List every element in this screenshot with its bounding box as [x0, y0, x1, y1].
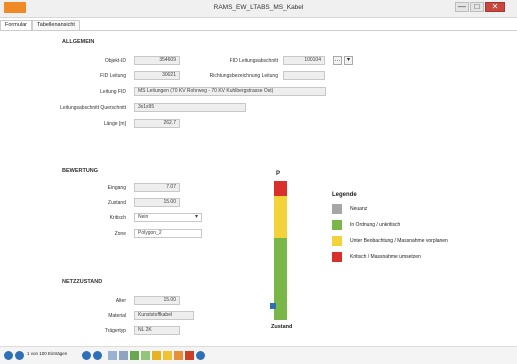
pencil-icon[interactable]	[163, 351, 172, 360]
minimize-button[interactable]: —	[455, 2, 469, 12]
dropdown-button[interactable]: ▾	[344, 56, 353, 65]
delete-record-icon[interactable]	[119, 351, 128, 360]
kritisch-label: Kritisch	[109, 215, 126, 221]
section-netzzustand-heading: NETZZUSTAND	[62, 279, 103, 285]
legend-swatch-red	[332, 252, 342, 262]
tab-tabellenansicht[interactable]: Tabellenansicht	[32, 20, 80, 30]
gauge-bottom-label: Zustand	[271, 324, 293, 330]
legend-label: Unter Beobachtung / Massnahme vorplanen	[350, 238, 448, 244]
section-bewertung-heading: BEWERTUNG	[62, 168, 99, 174]
previous-record-icon[interactable]	[15, 351, 24, 360]
richtungsbezeichnung-field[interactable]	[283, 71, 325, 80]
record-counter: 1 von 100 Einträgen	[27, 351, 68, 356]
cancel-icon[interactable]	[185, 351, 194, 360]
legend-swatch-gray	[332, 204, 342, 214]
gauge-marker	[270, 303, 276, 310]
save-icon[interactable]	[130, 351, 139, 360]
zustand-label: Zustand	[107, 200, 126, 206]
traegertyp-field[interactable]: NL 2K	[134, 326, 180, 335]
querschnitt-label: Leitungsabschnitt Querschnitt	[60, 105, 126, 111]
traegertyp-label: Trägertyp	[104, 328, 126, 334]
tab-divider	[0, 30, 517, 31]
alter-field[interactable]: 15.00	[134, 296, 180, 305]
legend-title: Legende	[332, 192, 357, 198]
objekt-id-label: Objekt-ID	[104, 58, 126, 64]
legend-label: Kritisch / Massnahme umsetzen	[350, 254, 421, 260]
gauge-red-segment	[274, 181, 287, 196]
close-button[interactable]: ✕	[485, 2, 505, 12]
tab-formular[interactable]: Formular	[0, 20, 33, 30]
gauge-yellow-segment	[274, 196, 287, 238]
eingang-field[interactable]: 7.07	[134, 183, 180, 192]
tab-strip: Formular Tabellenansicht	[0, 20, 80, 30]
section-allgemein-heading: ALLGEMEIN	[62, 39, 95, 45]
last-record-icon[interactable]	[93, 351, 102, 360]
alter-label: Alter	[115, 298, 126, 304]
next-record-icon[interactable]	[82, 351, 91, 360]
material-label: Material	[108, 313, 126, 319]
zone-label: Zone	[114, 231, 126, 237]
window-controls: — □ ✕	[454, 2, 505, 12]
legend-label: In Ordnung / unkritisch	[350, 222, 401, 228]
eingang-label: Eingang	[107, 185, 126, 191]
kritisch-value: Nein	[138, 214, 149, 220]
help-icon[interactable]	[196, 351, 205, 360]
legend-swatch-yellow	[332, 236, 342, 246]
chevron-down-icon: ▾	[194, 214, 198, 220]
querschnitt-field[interactable]: 3x1x95	[134, 103, 246, 112]
maximize-button[interactable]: □	[470, 2, 484, 12]
window-title: RAMS_EW_LTABS_MS_Kabel	[213, 4, 304, 11]
leitung-fid-label: Leitung FID	[100, 89, 126, 95]
leitung-fid-field[interactable]: MS Leitungen (70 KV Rohrweg - 70 KV Kuhl…	[134, 87, 326, 96]
table-icon[interactable]	[141, 351, 150, 360]
zone-field[interactable]: Polygon_2	[134, 229, 202, 238]
first-record-icon[interactable]	[4, 351, 13, 360]
status-bar: 1 von 100 Einträgen	[0, 346, 517, 364]
kritisch-select[interactable]: Nein ▾	[134, 213, 202, 222]
objekt-id-field[interactable]: 354609	[134, 56, 180, 65]
fid-leitungsabschnitt-field[interactable]: 100104	[283, 56, 325, 65]
new-record-icon[interactable]	[108, 351, 117, 360]
material-field[interactable]: Kunststoffkabel	[134, 311, 194, 320]
gauge-top-label: P	[276, 171, 281, 177]
folder-icon[interactable]	[152, 351, 161, 360]
laenge-label: Länge [m]	[103, 121, 126, 127]
legend-label: Neuanz	[350, 206, 368, 212]
lookup-button[interactable]: …	[333, 56, 342, 65]
legend-swatch-green	[332, 220, 342, 230]
fid-leitung-label: FID Leitung	[100, 73, 126, 79]
title-bar: RAMS_EW_LTABS_MS_Kabel — □ ✕	[0, 0, 517, 18]
laenge-field[interactable]: 262.7	[134, 119, 180, 128]
zustand-field[interactable]: 15.00	[134, 198, 180, 207]
fid-leitungsabschnitt-label: FID Leitungsabschnitt	[229, 58, 278, 64]
fid-leitung-field[interactable]: 30021	[134, 71, 180, 80]
lock-icon[interactable]	[174, 351, 183, 360]
richtungsbezeichnung-label: Richtungsbezeichnung Leitung	[209, 73, 278, 79]
